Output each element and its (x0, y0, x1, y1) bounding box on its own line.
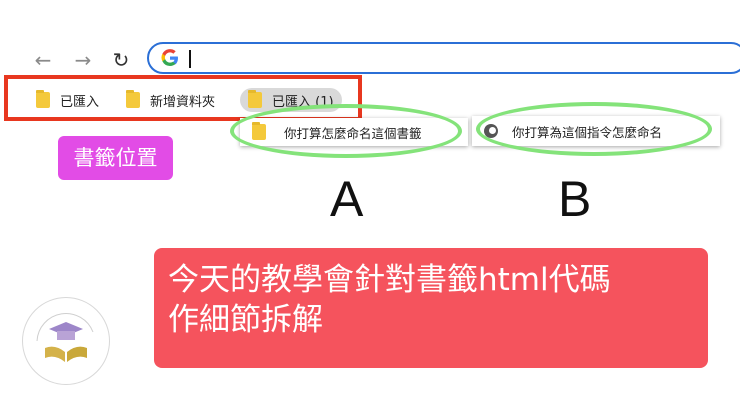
google-g-icon (161, 49, 178, 66)
text-cursor (189, 50, 191, 68)
letter-a: A (330, 171, 364, 227)
highlight-oval-a (230, 104, 462, 158)
forward-arrow-icon[interactable]: → (70, 47, 96, 73)
holistic-education-logo (22, 297, 110, 385)
explanation-banner: 今天的教學會針對書籤html代碼 作細節拆解 (154, 248, 708, 368)
letter-b: B (558, 171, 592, 227)
logo-emblem-icon (36, 312, 94, 362)
banner-line-1: 今天的教學會針對書籤html代碼 (168, 262, 611, 298)
banner-line-2: 作細節拆解 (168, 302, 323, 338)
browser-toolbar: ← → ↻ (0, 38, 740, 80)
bookmark-position-label: 書籤位置 (58, 136, 173, 180)
highlight-oval-b (476, 102, 712, 156)
address-bar[interactable] (147, 42, 740, 74)
reload-icon[interactable]: ↻ (108, 47, 134, 73)
back-arrow-icon[interactable]: ← (30, 47, 56, 73)
